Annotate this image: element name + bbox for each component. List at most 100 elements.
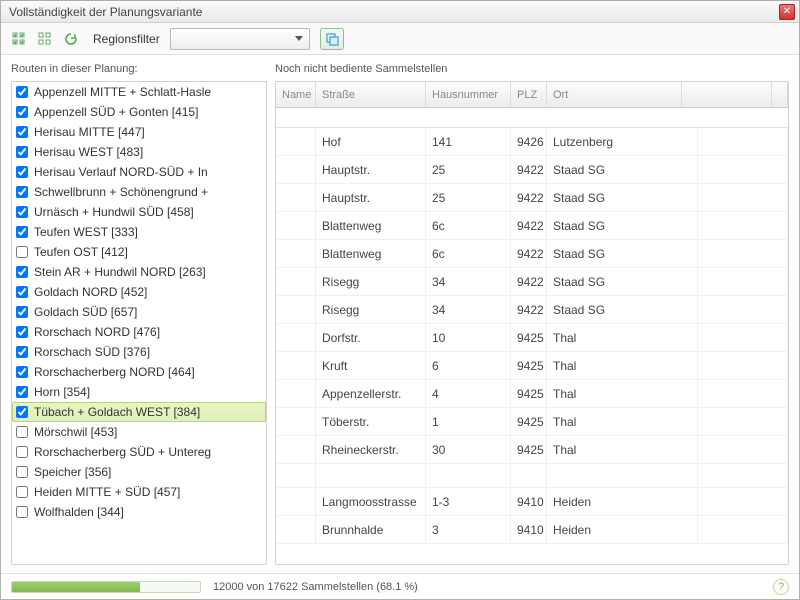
table-cell xyxy=(276,380,316,407)
help-button[interactable]: ? xyxy=(773,579,789,595)
route-row[interactable]: Heiden MITTE + SÜD [457] xyxy=(12,482,266,502)
route-checkbox[interactable] xyxy=(16,426,28,438)
table-cell: 9422 xyxy=(511,184,547,211)
col-street[interactable]: Straße xyxy=(316,82,426,107)
table-row[interactable]: Risegg349422Staad SG xyxy=(276,268,788,296)
route-label: Wolfhalden [344] xyxy=(34,505,124,519)
route-row[interactable]: Wolfhalden [344] xyxy=(12,502,266,522)
table-row[interactable]: Dorfstr.109425Thal xyxy=(276,324,788,352)
route-row[interactable]: Rorschach SÜD [376] xyxy=(12,342,266,362)
route-row[interactable]: Teufen OST [412] xyxy=(12,242,266,262)
table-row[interactable]: Hof1419426Lutzenberg xyxy=(276,128,788,156)
table-filter-row[interactable] xyxy=(276,108,788,128)
route-checkbox[interactable] xyxy=(16,286,28,298)
table-row[interactable] xyxy=(276,464,788,488)
table-row[interactable]: Kruft69425Thal xyxy=(276,352,788,380)
route-row[interactable]: Stein AR + Hundwil NORD [263] xyxy=(12,262,266,282)
map-button[interactable] xyxy=(320,28,344,50)
table-cell: Thal xyxy=(547,436,698,463)
table-row[interactable]: Töberstr.19425Thal xyxy=(276,408,788,436)
chevron-down-icon xyxy=(295,36,303,41)
routes-listbox[interactable]: Appenzell MITTE + Schlatt-HasleAppenzell… xyxy=(11,81,267,565)
col-scroll-spacer xyxy=(772,82,788,107)
route-row[interactable]: Herisau Verlauf NORD-SÜD + In xyxy=(12,162,266,182)
route-row[interactable]: Speicher [356] xyxy=(12,462,266,482)
route-row[interactable]: Appenzell SÜD + Gonten [415] xyxy=(12,102,266,122)
table-cell xyxy=(698,352,788,379)
route-checkbox[interactable] xyxy=(16,266,28,278)
route-row[interactable]: Herisau MITTE [447] xyxy=(12,122,266,142)
close-button[interactable]: ✕ xyxy=(779,4,795,20)
route-row[interactable]: Urnäsch + Hundwil SÜD [458] xyxy=(12,202,266,222)
statusbar: 12000 von 17622 Sammelstellen (68.1 %) ? xyxy=(1,573,799,599)
select-all-button[interactable] xyxy=(9,29,29,49)
route-row[interactable]: Goldach NORD [452] xyxy=(12,282,266,302)
table-row[interactable]: Risegg349422Staad SG xyxy=(276,296,788,324)
route-checkbox[interactable] xyxy=(16,486,28,498)
region-filter-select[interactable] xyxy=(170,28,310,50)
route-checkbox[interactable] xyxy=(16,306,28,318)
table-row[interactable]: Appenzellerstr.49425Thal xyxy=(276,380,788,408)
route-row[interactable]: Goldach SÜD [657] xyxy=(12,302,266,322)
route-row[interactable]: Rorschacherberg NORD [464] xyxy=(12,362,266,382)
region-filter-label: Regionsfilter xyxy=(93,32,160,46)
deselect-all-button[interactable] xyxy=(35,29,55,49)
titlebar[interactable]: Vollständigkeit der Planungsvariante ✕ xyxy=(1,1,799,23)
route-row[interactable]: Tübach + Goldach WEST [384] xyxy=(12,402,266,422)
route-row[interactable]: Horn [354] xyxy=(12,382,266,402)
route-row[interactable]: Rorschacherberg SÜD + Untereg xyxy=(12,442,266,462)
route-row[interactable]: Appenzell MITTE + Schlatt-Hasle xyxy=(12,82,266,102)
table-row[interactable]: Hauptstr.259422Staad SG xyxy=(276,184,788,212)
route-checkbox[interactable] xyxy=(16,406,28,418)
table-cell: Thal xyxy=(547,380,698,407)
table-cell: 1 xyxy=(426,408,511,435)
body: Routen in dieser Planung: Appenzell MITT… xyxy=(1,55,799,573)
route-checkbox[interactable] xyxy=(16,146,28,158)
table-cell: Thal xyxy=(547,408,698,435)
route-row[interactable]: Schwellbrunn + Schönengrund + xyxy=(12,182,266,202)
table-cell xyxy=(511,464,547,487)
route-checkbox[interactable] xyxy=(16,166,28,178)
left-panel: Routen in dieser Planung: Appenzell MITT… xyxy=(1,55,271,573)
table-cell: 10 xyxy=(426,324,511,351)
right-panel: Noch nicht bediente Sammelstellen Name S… xyxy=(271,55,799,573)
table-body[interactable]: Hof1419426LutzenbergHauptstr.259422Staad… xyxy=(276,128,788,564)
route-checkbox[interactable] xyxy=(16,506,28,518)
table-row[interactable]: Blattenweg6c9422Staad SG xyxy=(276,240,788,268)
route-checkbox[interactable] xyxy=(16,386,28,398)
table-row[interactable]: Blattenweg6c9422Staad SG xyxy=(276,212,788,240)
route-label: Heiden MITTE + SÜD [457] xyxy=(34,485,180,499)
table-row[interactable]: Brunnhalde39410Heiden xyxy=(276,516,788,544)
route-checkbox[interactable] xyxy=(16,226,28,238)
table-cell: 9422 xyxy=(511,296,547,323)
route-checkbox[interactable] xyxy=(16,106,28,118)
route-label: Horn [354] xyxy=(34,385,90,399)
table-cell: Rheineckerstr. xyxy=(316,436,426,463)
table-cell xyxy=(276,464,316,487)
table-row[interactable]: Hauptstr.259422Staad SG xyxy=(276,156,788,184)
table-cell: Risegg xyxy=(316,296,426,323)
route-checkbox[interactable] xyxy=(16,246,28,258)
route-checkbox[interactable] xyxy=(16,346,28,358)
stops-table: Name Straße Hausnummer PLZ Ort Hof141942… xyxy=(275,81,789,565)
route-row[interactable]: Mörschwil [453] xyxy=(12,422,266,442)
col-extra[interactable] xyxy=(682,82,772,107)
refresh-button[interactable] xyxy=(61,29,81,49)
route-row[interactable]: Teufen WEST [333] xyxy=(12,222,266,242)
col-name[interactable]: Name xyxy=(276,82,316,107)
route-checkbox[interactable] xyxy=(16,186,28,198)
route-checkbox[interactable] xyxy=(16,326,28,338)
route-checkbox[interactable] xyxy=(16,86,28,98)
route-checkbox[interactable] xyxy=(16,446,28,458)
route-checkbox[interactable] xyxy=(16,466,28,478)
route-checkbox[interactable] xyxy=(16,126,28,138)
table-row[interactable]: Langmoosstrasse1-39410Heiden xyxy=(276,488,788,516)
route-row[interactable]: Rorschach NORD [476] xyxy=(12,322,266,342)
route-checkbox[interactable] xyxy=(16,206,28,218)
route-checkbox[interactable] xyxy=(16,366,28,378)
route-row[interactable]: Herisau WEST [483] xyxy=(12,142,266,162)
col-city[interactable]: Ort xyxy=(547,82,682,107)
col-number[interactable]: Hausnummer xyxy=(426,82,511,107)
table-row[interactable]: Rheineckerstr.309425Thal xyxy=(276,436,788,464)
col-zip[interactable]: PLZ xyxy=(511,82,547,107)
